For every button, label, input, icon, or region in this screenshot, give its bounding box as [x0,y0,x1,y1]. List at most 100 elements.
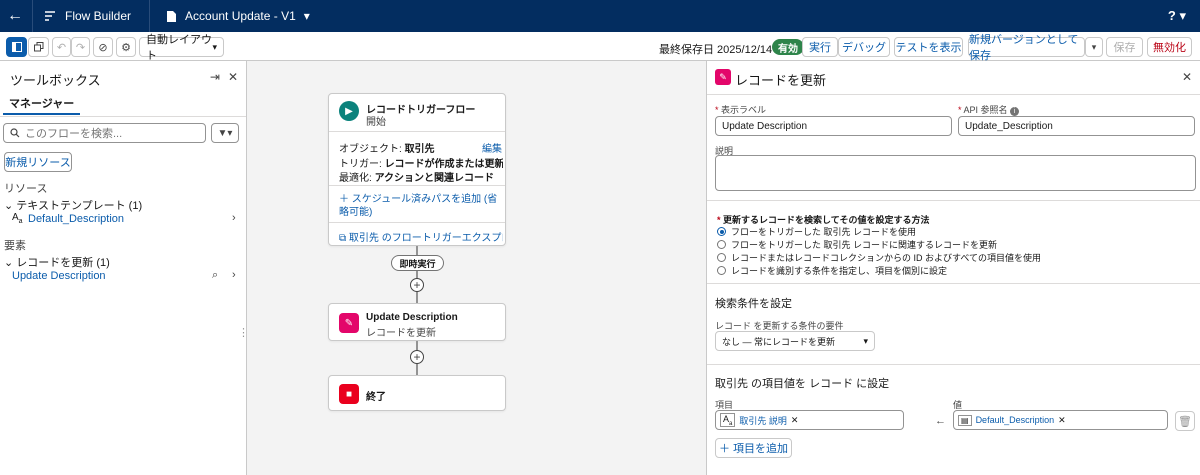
panel-divider [707,364,1200,365]
radio-option-trigger-record[interactable]: フローをトリガーした 取引先 レコードを使用 [717,225,916,238]
save-button[interactable]: 保存 [1106,37,1143,57]
error-check-button[interactable]: ⊘ [93,37,113,57]
deactivate-button[interactable]: 無効化 [1147,37,1192,57]
object-row: オブジェクト: 取引先 [339,140,435,155]
chevron-down-icon: ▾ [863,335,868,346]
search-input[interactable]: このフローを検索... [3,123,206,143]
text-template-icon: ▤ [958,414,972,426]
view-tests-button[interactable]: テストを表示 [894,37,963,57]
criteria-requirement-select[interactable]: なし — 常にレコードを更新 ▾ [715,331,875,351]
api-name-input[interactable]: Update_Description [958,116,1195,136]
header-divider [32,0,33,32]
filter-button[interactable]: ▼▾ [211,123,239,143]
update-records-node[interactable]: ✎ Update Description レコードを更新 [328,303,506,341]
radio-option-related-records[interactable]: フローをトリガーした 取引先 レコードに関連するレコードを更新 [717,238,997,251]
flow-name: Account Update - V1 [185,9,296,23]
flow-name-menu[interactable]: Account Update - V1 ▾ [156,9,320,23]
text-template-group[interactable]: ⌄ テキストテンプレート (1) [4,197,142,213]
new-resource-button[interactable]: 新規リソース [4,152,72,172]
panel-divider [707,283,1200,284]
field-value-pill: 取引先 説明 [739,415,787,426]
update-records-item[interactable]: Update Description [12,270,106,282]
toolbox-header-actions: ⇥ ✕ [210,70,238,84]
start-node-subtitle: 開始 [366,117,386,128]
trigger-row: トリガー: レコードが作成または更新さ... [339,155,503,170]
chevron-down-icon: ▾ [1091,41,1097,52]
trigger-explorer-link[interactable]: ⧉ 取引先 のフロートリガーエクスプロ... [339,229,503,244]
help-menu[interactable]: ? ▾ [1168,8,1186,24]
optimize-label: 最適化: [339,173,375,184]
chevron-down-icon: ⌄ [4,200,17,212]
toolbox-panel: ツールボックス ⇥ ✕ マネージャー このフローを検索... ▼▾ 新規リソース… [0,61,249,475]
label-field-label: * 表示ラベル [715,105,767,115]
global-header: ← Flow Builder Account Update - V1 ▾ ? ▾ [0,0,1200,32]
undo-button[interactable]: ↶ [52,37,71,57]
collapse-panel-icon[interactable]: ⇥ [210,70,220,84]
close-icon[interactable]: ✕ [1182,70,1192,84]
description-textarea[interactable] [715,155,1196,191]
back-button[interactable]: ← [4,7,26,25]
info-icon[interactable]: i [1010,107,1020,116]
search-icon[interactable]: ⌕ [212,269,218,282]
update-records-group-label: レコードを更新 (1) [16,257,110,269]
radio-selected-icon [717,227,726,236]
add-field-button[interactable]: ＋ 項目を追加 [715,438,792,458]
update-records-group[interactable]: ⌄ レコードを更新 (1) [4,254,110,270]
add-scheduled-path-link[interactable]: ＋ スケジュール済みパスを追加 (省略可能) [339,193,499,219]
chevron-right-icon[interactable]: › [232,269,236,281]
copy-button[interactable] [28,37,49,57]
update-record-icon: ✎ [339,313,359,333]
close-icon[interactable]: ✕ [791,415,799,426]
label-field-label-text: 表示ラベル [721,105,767,115]
end-node[interactable]: ■ 終了 [328,375,506,411]
layout-select[interactable]: 自動レイアウト ▾ [139,34,224,62]
radio-option-label: フローをトリガーした 取引先 レコードを使用 [731,227,917,237]
radio-option-label: レコードを識別する条件を指定し、項目を個別に設定 [731,266,948,276]
trigger-explorer-text: 取引先 のフロートリガーエクスプロ... [348,233,503,244]
close-icon[interactable]: ✕ [228,70,238,84]
header-divider [149,0,151,32]
add-element-button[interactable]: + [410,278,424,292]
add-element-button[interactable]: + [410,350,424,364]
redo-button[interactable]: ↷ [71,37,90,57]
save-as-new-version-button[interactable]: 新規バージョンとして保存 [968,34,1085,62]
label-input[interactable]: Update Description [715,116,952,136]
close-icon[interactable]: ✕ [1058,415,1066,426]
add-scheduled-path-text: スケジュール済みパスを追加 (省略可能) [339,194,498,218]
radio-option-record-collection[interactable]: レコードまたはレコードコレクションからの ID およびすべての項目値を使用 [717,251,1041,264]
start-node[interactable]: ▶ レコードトリガーフロー 開始 オブジェクト: 取引先 編集 トリガー: レコ… [328,93,506,246]
run-button[interactable]: 実行 [802,37,838,57]
tab-divider [0,116,246,117]
resources-section-label: リソース [4,183,48,195]
panel-title: レコードを更新 [735,73,827,88]
toolbox-title: ツールボックス [10,73,101,88]
field-value-input[interactable]: Aa 取引先 説明 ✕ [715,410,904,430]
ban-icon: ⊘ [98,41,108,54]
flow-canvas[interactable]: ▶ レコードトリガーフロー 開始 オブジェクト: 取引先 編集 トリガー: レコ… [247,61,706,475]
save-menu-button[interactable]: ▾ [1085,37,1103,57]
update-node-subtitle: レコードを更新 [366,328,436,339]
tab-manager[interactable]: マネージャー [3,95,81,115]
text-template-item[interactable]: Default_Description [28,213,124,225]
end-node-title: 終了 [366,392,386,403]
layout-select-value: 自動レイアウト [146,34,212,62]
settings-button[interactable]: ⚙ [116,37,136,57]
api-name-field-label: * API 参照名 i [958,103,1020,116]
debug-button[interactable]: デバッグ [838,37,890,57]
node-divider [329,131,505,132]
panel-divider [707,200,1200,201]
chevron-right-icon[interactable]: › [232,212,236,224]
chevron-down-icon: ▾ [303,9,310,23]
elements-section-label: 要素 [4,240,26,252]
value-input[interactable]: ▤ Default_Description ✕ [953,410,1168,430]
text-template-icon: Aa [12,212,23,225]
properties-panel: ✎ レコードを更新 ✕ * 表示ラベル Update Description *… [706,61,1200,475]
radio-option-label: フローをトリガーした 取引先 レコードに関連するレコードを更新 [731,240,998,250]
edit-link[interactable]: 編集 [482,140,502,155]
delete-row-button[interactable]: 🗑 [1175,411,1195,431]
app-title-area: Flow Builder [39,9,143,23]
toggle-toolbox-button[interactable] [6,37,27,57]
radio-option-specify-conditions[interactable]: レコードを識別する条件を指定し、項目を個別に設定 [717,264,947,277]
undo-icon: ↶ [56,41,67,54]
text-field-icon: Aa [720,412,736,428]
